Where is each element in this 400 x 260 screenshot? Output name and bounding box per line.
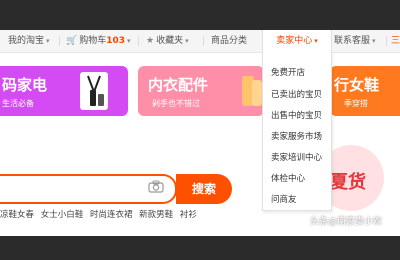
dropdown-item-checkup-center[interactable]: 体检中心 — [271, 172, 305, 184]
bottom-dark-border — [0, 236, 400, 260]
banner-appliances[interactable]: 码家电 生活必备 — [0, 66, 128, 116]
nav-divider — [59, 36, 60, 46]
hot-word-link[interactable]: 凉鞋女春 — [0, 210, 34, 220]
chevron-down-icon: ▾ — [46, 37, 50, 45]
menu-icon[interactable]: 三 — [391, 30, 400, 52]
dropdown-item-sold-items[interactable]: 已卖出的宝贝 — [271, 88, 322, 100]
banner-title: 内衣配件 — [148, 76, 209, 94]
nav-divider — [203, 36, 204, 46]
chevron-down-icon: ▾ — [185, 37, 189, 45]
nav-divider — [138, 36, 139, 46]
banner-subtitle: 生活必备 — [2, 99, 34, 108]
product-image — [80, 72, 108, 110]
nav-my-taobao-label: 我的淘宝 — [8, 36, 45, 46]
dropdown-item-open-shop[interactable]: 免费开店 — [271, 66, 305, 78]
chevron-down-icon: ▾ — [127, 37, 131, 45]
cart-label: 购物车 — [79, 36, 107, 46]
nav-categories-label: 商品分类 — [211, 36, 248, 46]
product-image — [242, 76, 262, 106]
nav-my-taobao[interactable]: 我的淘宝 ▾ — [8, 30, 50, 52]
top-dark-border — [0, 0, 400, 30]
hot-word-link[interactable]: 女士小白鞋 — [41, 210, 84, 220]
dropdown-item-service-market[interactable]: 卖家服务市场 — [271, 130, 322, 142]
cart-count: 103 — [106, 36, 126, 46]
nav-cart[interactable]: 🛒 购物车103 ▾ — [66, 30, 131, 52]
banner-title: 行女鞋 — [334, 76, 380, 94]
camera-icon[interactable] — [148, 180, 164, 193]
hot-word-link[interactable]: 新款男鞋 — [139, 210, 173, 220]
chevron-down-icon: ▾ — [372, 37, 376, 45]
dropdown-item-training-center[interactable]: 卖家培训中心 — [271, 151, 322, 163]
hot-word-link[interactable]: 衬衫 — [180, 210, 197, 220]
nav-favorites-label: 收藏夹 — [156, 36, 184, 46]
menu-icon-glyph: 三 — [391, 36, 400, 46]
cart-icon: 🛒 — [66, 36, 78, 46]
nav-contact[interactable]: 联系客服 ▾ — [334, 30, 376, 52]
banner-shoes[interactable]: 行女鞋 季穿搭 — [330, 66, 400, 116]
nav-favorites[interactable]: ★ 收藏夹 ▾ — [146, 30, 189, 52]
nav-categories[interactable]: 商品分类 — [211, 30, 247, 52]
browser-page: 我的淘宝 ▾ 🛒 购物车103 ▾ ★ 收藏夹 ▾ 商品分类 联系客服 ▾ 三 卖家中心 ▾ … — [0, 0, 400, 260]
dropdown-item-ask-merchants[interactable]: 问商友 — [271, 193, 297, 205]
nav-seller-center[interactable]: 卖家中心 ▾ — [262, 30, 332, 52]
chevron-down-icon: ▾ — [314, 37, 318, 45]
banner-title: 码家电 — [2, 76, 48, 94]
nav-divider — [386, 36, 387, 46]
hot-word-link[interactable]: 时尚连衣裙 — [90, 210, 133, 220]
banner-subtitle: 季穿搭 — [344, 99, 368, 108]
search-button[interactable]: 搜索 — [176, 174, 232, 204]
star-icon: ★ — [146, 36, 155, 46]
banner-lingerie[interactable]: 内衣配件 剁手也不错过 — [138, 66, 264, 116]
hot-search-words: 凉鞋女春 女士小白鞋 时尚连衣裙 新款男鞋 衬衫 — [0, 208, 201, 220]
nav-contact-label: 联系客服 — [334, 36, 371, 46]
promo-text: 夏货 — [330, 172, 366, 193]
watermark: 头条@南家卖小欢 — [310, 217, 383, 227]
banner-subtitle: 剁手也不错过 — [152, 99, 200, 108]
top-nav: 我的淘宝 ▾ 🛒 购物车103 ▾ ★ 收藏夹 ▾ 商品分类 联系客服 ▾ 三 — [0, 30, 400, 53]
nav-seller-center-label: 卖家中心 — [276, 36, 313, 46]
dropdown-item-items-on-sale[interactable]: 出售中的宝贝 — [271, 109, 322, 121]
seller-center-dropdown: 免费开店 已卖出的宝贝 出售中的宝贝 卖家服务市场 卖家培训中心 体检中心 问商… — [262, 52, 332, 211]
